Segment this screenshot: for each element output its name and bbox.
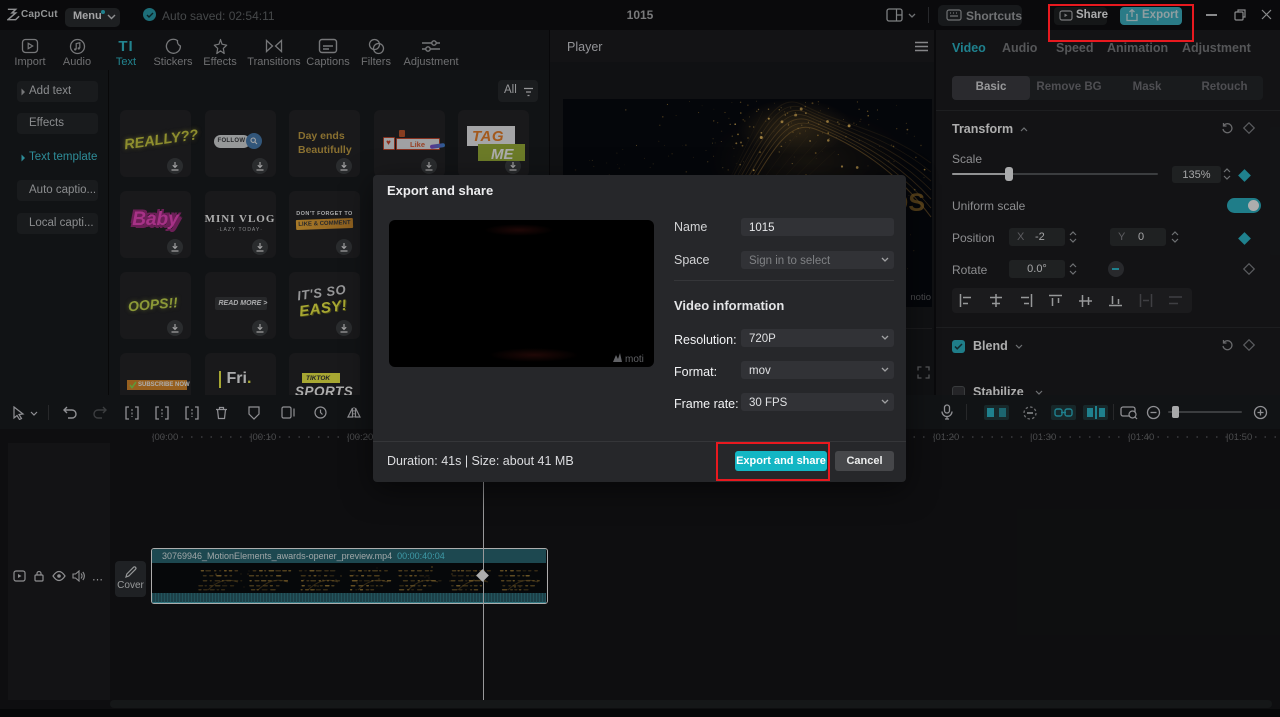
svg-text:moti: moti <box>625 354 644 364</box>
